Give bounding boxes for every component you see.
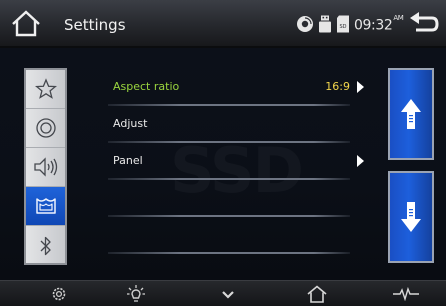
- brightness-icon: [127, 285, 145, 302]
- menu-item-empty[interactable]: [108, 181, 370, 217]
- clock: 09:32AM: [354, 13, 404, 35]
- home-button[interactable]: [10, 9, 42, 39]
- sd-card-icon: SD: [337, 15, 349, 33]
- usb-icon: [319, 15, 331, 33]
- speaker-icon: [33, 157, 57, 177]
- svg-text:SD: SD: [339, 24, 346, 30]
- menu-item-label: Adjust: [113, 117, 148, 130]
- menu-divider: [108, 252, 350, 254]
- menu-item-panel[interactable]: Panel: [108, 144, 370, 180]
- menu-item-empty[interactable]: [108, 218, 370, 254]
- equalizer-icon: [393, 287, 419, 301]
- menu-divider: [108, 141, 350, 143]
- clock-time: 09:32: [354, 17, 393, 34]
- collapse-button[interactable]: [213, 283, 243, 305]
- star-icon: [34, 78, 57, 99]
- menu-item-adjust[interactable]: Adjust: [108, 107, 370, 143]
- sidebar-item-disc[interactable]: [26, 109, 65, 148]
- back-icon: [410, 12, 439, 32]
- bottom-home-button[interactable]: [302, 283, 332, 305]
- settings-screen: Settings SD 09:32AM Aspect ratio 16:9 Ad…: [0, 0, 446, 306]
- chevron-right-icon: [357, 155, 364, 167]
- main-panel: SSD: [0, 48, 446, 280]
- arrow-up-icon: [401, 99, 421, 129]
- menu-divider: [108, 215, 350, 217]
- sidebar-item-audio[interactable]: [26, 148, 65, 187]
- sidebar-item-favorites[interactable]: [26, 70, 65, 109]
- menu-divider: [108, 178, 350, 180]
- header-bar: Settings SD 09:32AM: [0, 0, 446, 48]
- gear-icon: [52, 287, 66, 301]
- page-title: Settings: [64, 16, 126, 34]
- menu-item-value: 16:9: [325, 80, 350, 93]
- chevron-right-icon: [357, 81, 364, 93]
- settings-category-sidebar: [24, 68, 67, 265]
- menu-item-aspect-ratio[interactable]: Aspect ratio 16:9: [108, 70, 370, 106]
- arrow-down-icon: [401, 202, 421, 232]
- disc-icon: [297, 16, 313, 32]
- scroll-up-button[interactable]: [388, 68, 434, 160]
- back-button[interactable]: [408, 10, 440, 38]
- bottom-bar: [0, 280, 446, 306]
- sidebar-item-display[interactable]: [26, 187, 65, 226]
- home-icon: [307, 285, 327, 303]
- home-icon: [12, 10, 40, 37]
- disc-icon: [35, 118, 56, 138]
- brightness-button[interactable]: [121, 283, 151, 305]
- chevron-down-icon: [222, 291, 234, 299]
- bluetooth-icon: [40, 236, 51, 255]
- menu-divider: [108, 104, 350, 106]
- sidebar-item-bluetooth[interactable]: [26, 226, 65, 265]
- menu-item-label: Panel: [113, 154, 143, 167]
- menu-item-label: Aspect ratio: [113, 80, 180, 93]
- settings-button[interactable]: [44, 283, 74, 305]
- screen-icon: [35, 198, 56, 214]
- scroll-down-button[interactable]: [388, 171, 434, 263]
- equalizer-button[interactable]: [391, 283, 421, 305]
- clock-ampm: AM: [393, 14, 404, 22]
